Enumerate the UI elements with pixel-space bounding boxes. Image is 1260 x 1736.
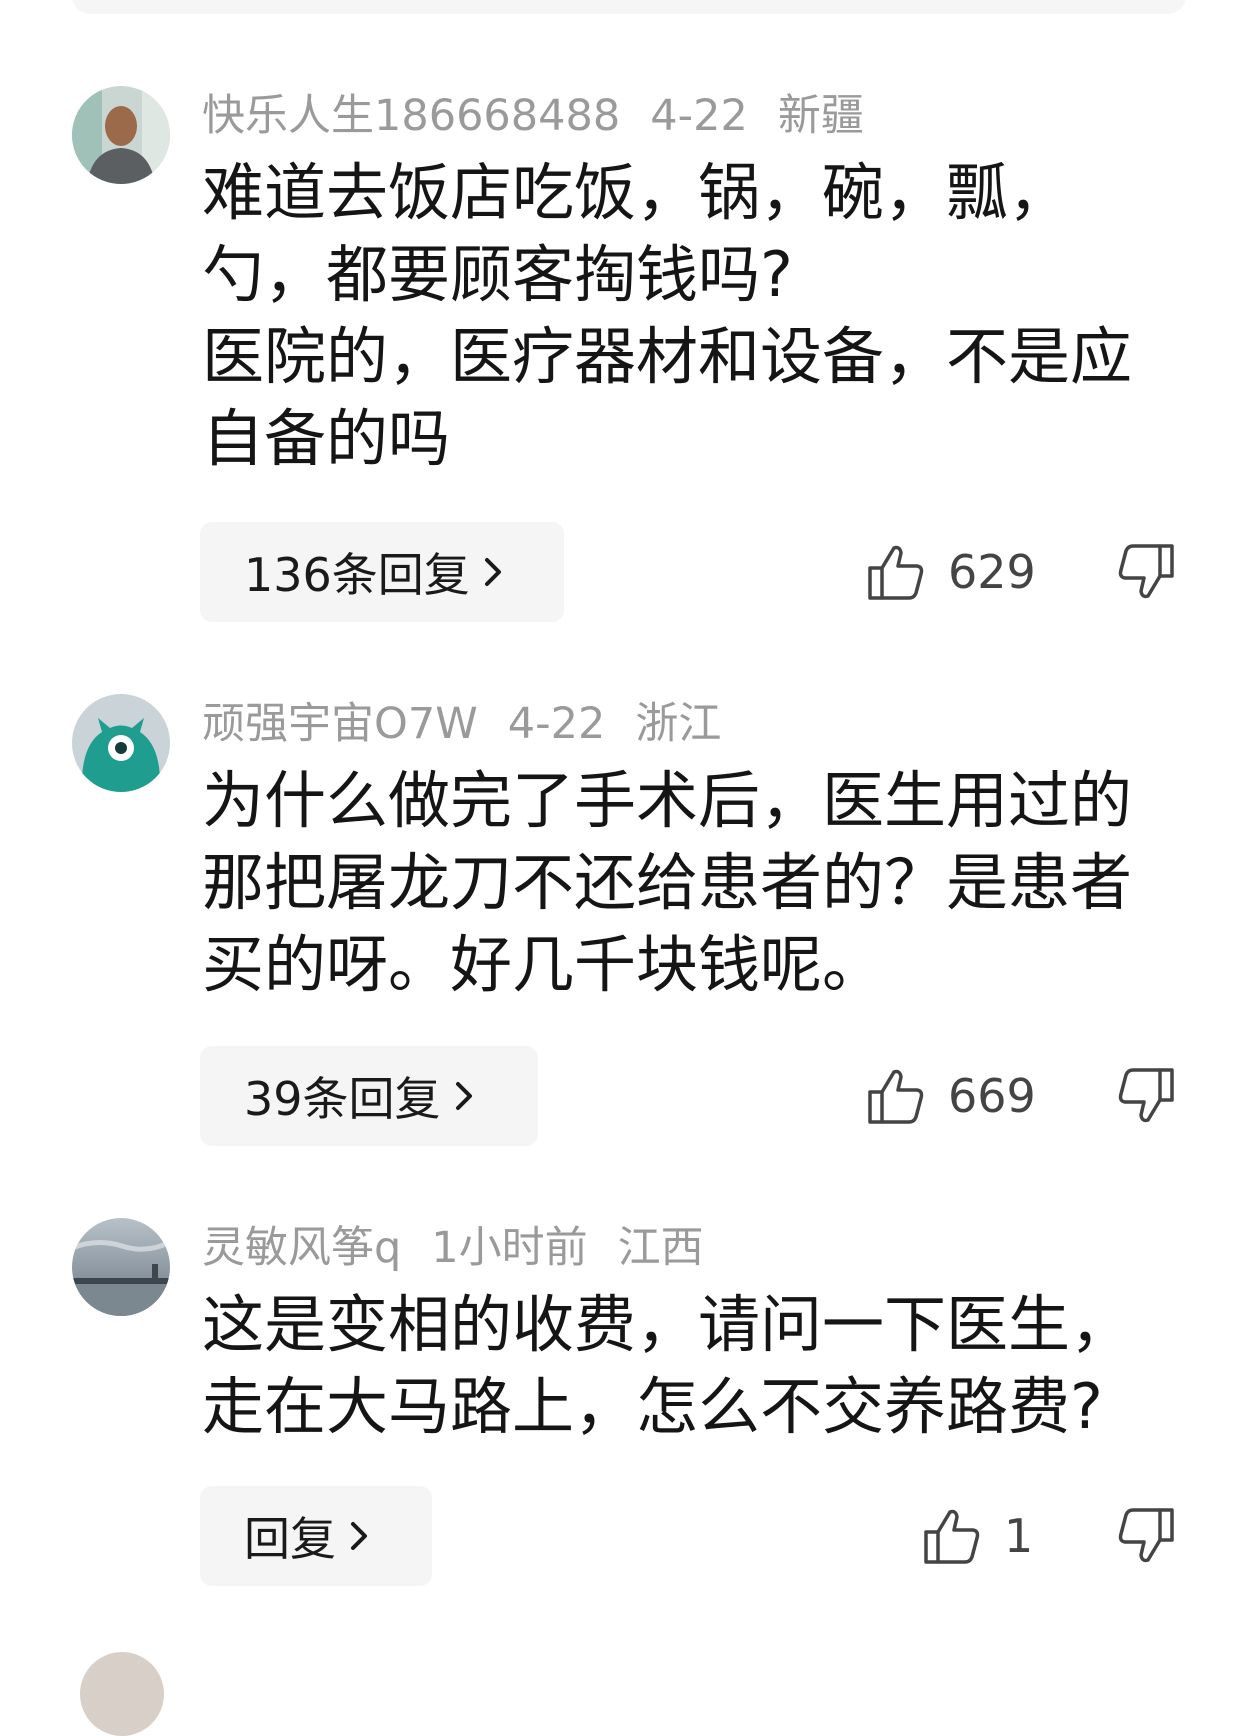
comment-location: 江西 (617, 1223, 704, 1273)
comment-meta: 快乐人生186668488 4-22 新疆 (202, 92, 894, 140)
comment-text: 为什么做完了手术后，医生用过的 那把屠龙刀不还给患者的？是患者 买的呀。好几千块… (202, 760, 1162, 1006)
thumbs-down-icon (1118, 1508, 1174, 1563)
comment-line: 自备的吗 (202, 402, 451, 475)
reply-button[interactable]: 回复 (200, 1486, 432, 1586)
comment-line: 医院的，医疗器材和设备，不是应 (202, 320, 1133, 393)
comment-location: 新疆 (777, 91, 864, 141)
chevron-right-icon (484, 558, 501, 586)
comment-location: 浙江 (635, 699, 722, 749)
avatar[interactable] (72, 694, 170, 792)
view-replies-button[interactable]: 136条回复 (200, 522, 564, 622)
chevron-right-icon (455, 1082, 472, 1110)
comment-date: 1小时前 (431, 1223, 588, 1273)
landscape-photo-icon (72, 1218, 170, 1316)
comment-line: 走在大马路上，怎么不交养路费? (202, 1370, 1103, 1443)
thumbs-down-icon (1118, 544, 1174, 599)
reply-label: 136条回复 (244, 548, 470, 602)
like-count: 1 (1004, 1509, 1034, 1563)
previous-card-edge (72, 0, 1186, 14)
like-button[interactable]: 629 (866, 522, 1036, 622)
comment-text: 难道去饭店吃饭，锅，碗，瓢， 勺，都要顾客掏钱吗? 医院的，医疗器材和设备，不是… (202, 152, 1162, 480)
comment-line: 那把屠龙刀不还给患者的？是患者 (202, 846, 1133, 919)
reply-label: 39条回复 (244, 1072, 441, 1126)
comment-meta: 顽强宇宙O7W 4-22 浙江 (202, 700, 751, 748)
comment-line: 这是变相的收费，请问一下医生， (202, 1288, 1133, 1361)
like-count: 629 (948, 545, 1036, 599)
avatar[interactable] (72, 1218, 170, 1316)
cartoon-monster-icon (72, 694, 170, 792)
comment-text: 这是变相的收费，请问一下医生， 走在大马路上，怎么不交养路费? (202, 1284, 1162, 1448)
comment-date: 4-22 (507, 699, 606, 749)
view-replies-button[interactable]: 39条回复 (200, 1046, 538, 1146)
dislike-button[interactable] (1116, 1046, 1176, 1146)
avatar[interactable] (72, 86, 170, 184)
chevron-right-icon (351, 1522, 367, 1550)
comment-meta: 灵敏风筝q 1小时前 江西 (202, 1224, 734, 1272)
username[interactable]: 灵敏风筝q (202, 1223, 401, 1273)
username[interactable]: 顽强宇宙O7W (202, 699, 478, 749)
like-button[interactable]: 1 (922, 1486, 1033, 1586)
dislike-button[interactable] (1116, 522, 1176, 622)
next-comment-avatar[interactable] (80, 1652, 164, 1736)
thumbs-down-icon (1118, 1068, 1174, 1123)
reply-label: 回复 (244, 1512, 336, 1566)
username[interactable]: 快乐人生186668488 (202, 91, 620, 141)
like-count: 669 (948, 1069, 1036, 1123)
comment-date: 4-22 (650, 91, 748, 141)
comment-line: 买的呀。好几千块钱呢。 (202, 928, 885, 1001)
comment-line: 难道去饭店吃饭，锅，碗，瓢， (202, 156, 1071, 229)
like-button[interactable]: 669 (866, 1046, 1036, 1146)
thumbs-up-icon (868, 1069, 924, 1124)
thumbs-up-icon (924, 1509, 980, 1564)
user-photo-icon (72, 86, 170, 184)
thumbs-up-icon (868, 545, 924, 600)
comment-line: 为什么做完了手术后，医生用过的 (202, 764, 1133, 837)
dislike-button[interactable] (1116, 1486, 1176, 1586)
comment-line: 勺，都要顾客掏钱吗? (202, 238, 793, 311)
